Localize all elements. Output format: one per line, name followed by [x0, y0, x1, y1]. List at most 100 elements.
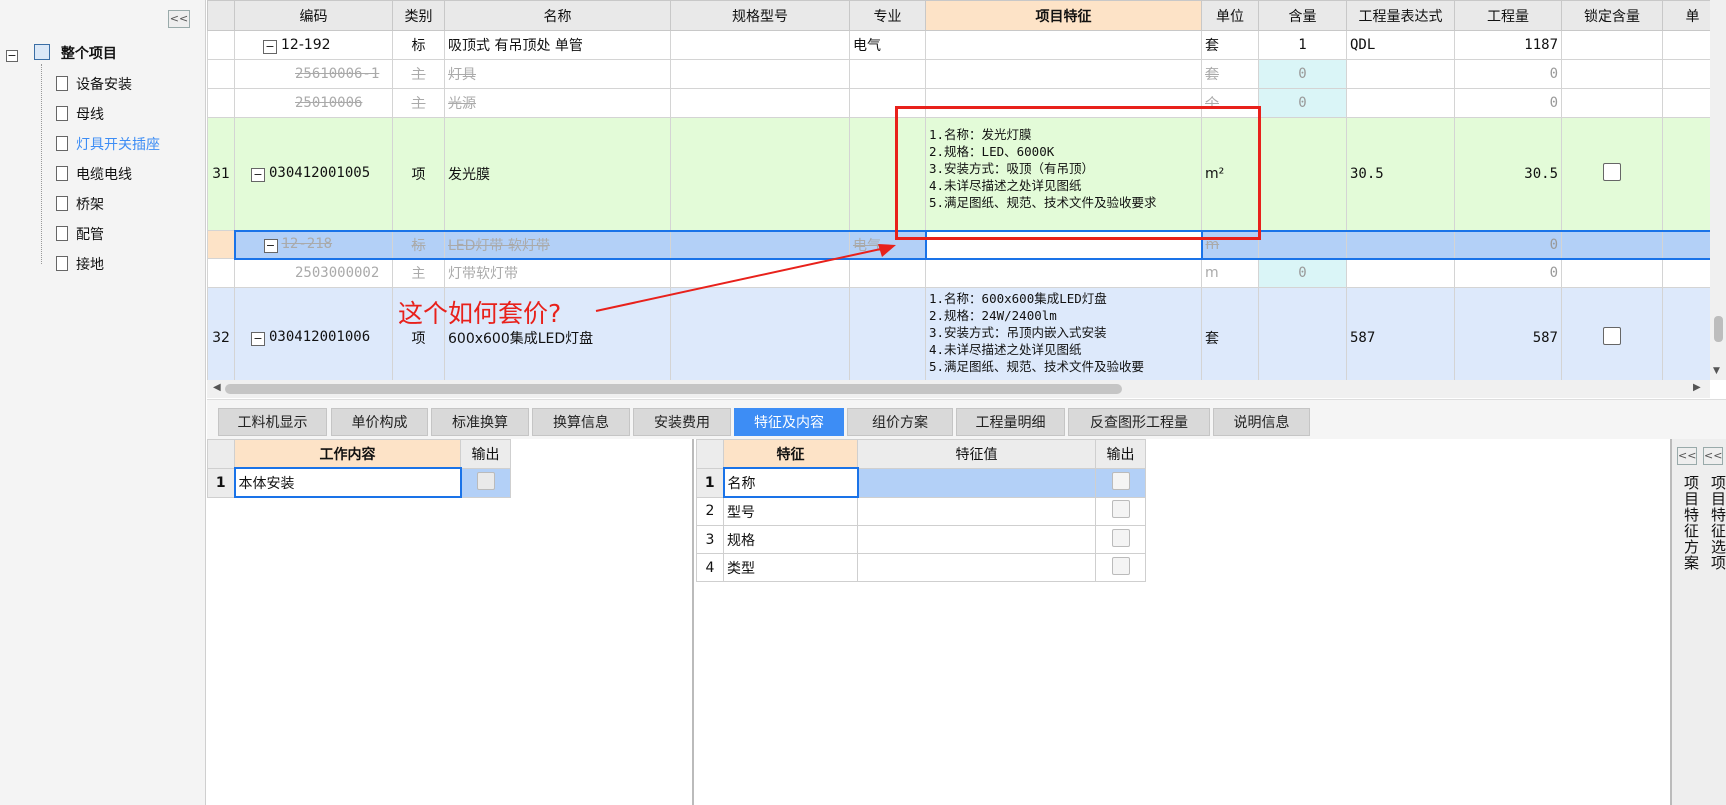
feature-value-cell[interactable]	[857, 553, 1096, 582]
lock-cell[interactable]	[1561, 117, 1663, 231]
header-feature[interactable]: 特征	[723, 439, 858, 469]
unit-cell[interactable]: 套	[1201, 59, 1259, 89]
scroll-down-arrow[interactable]: ▼	[1713, 366, 1720, 376]
feature-value-cell[interactable]	[857, 467, 1096, 498]
tab-standard-conversion[interactable]: 标准换算	[431, 408, 529, 436]
output-checkbox[interactable]	[1111, 556, 1130, 575]
grid-vertical-scrollbar[interactable]: ▼	[1710, 0, 1726, 380]
output-checkbox[interactable]	[1111, 471, 1130, 490]
table-row[interactable]: 25610006-1 主 灯具 套 0 0	[207, 59, 1723, 89]
output-checkbox[interactable]	[1111, 528, 1130, 547]
output-checkbox[interactable]	[476, 471, 495, 490]
spec-cell[interactable]	[670, 59, 850, 89]
tab-pricing-plan[interactable]: 组价方案	[847, 408, 953, 436]
header-code[interactable]: 编码	[234, 0, 393, 31]
spec-cell[interactable]	[670, 117, 850, 231]
scroll-thumb[interactable]	[225, 384, 1122, 394]
unit-cell[interactable]: m	[1201, 258, 1259, 288]
table-row[interactable]: 2503000002 主 灯带软灯带 m 0 0	[207, 258, 1723, 288]
lock-cell[interactable]	[1561, 30, 1663, 60]
feature-name-cell[interactable]: 名称	[722, 467, 859, 498]
collapse-icon[interactable]: −	[263, 239, 278, 253]
name-cell[interactable]: 吸顶式 有吊顶处 单管	[444, 30, 671, 60]
content-cell[interactable]: 0	[1258, 59, 1347, 89]
tab-install-fee[interactable]: 安装费用	[633, 408, 731, 436]
header-feature-value[interactable]: 特征值	[857, 439, 1096, 469]
tab-unit-price[interactable]: 单价构成	[331, 408, 428, 436]
type-cell[interactable]: 主	[392, 258, 445, 288]
qty-cell[interactable]: 0	[1454, 59, 1562, 89]
type-cell[interactable]: 主	[392, 88, 445, 118]
qty-cell[interactable]: 1187	[1454, 30, 1562, 60]
lock-cell[interactable]	[1561, 229, 1663, 260]
work-content-cell[interactable]: 本体安装	[233, 467, 462, 498]
expr-cell[interactable]	[1346, 258, 1455, 288]
qty-cell[interactable]: 0	[1454, 229, 1562, 260]
header-lock[interactable]: 锁定含量	[1561, 0, 1663, 31]
tree-collapse-button[interactable]: <<	[168, 10, 190, 28]
lock-cell[interactable]	[1561, 88, 1663, 118]
tab-features-content[interactable]: 特征及内容	[734, 408, 844, 436]
output-cell[interactable]	[1095, 525, 1146, 554]
type-cell[interactable]: 标	[392, 229, 445, 260]
output-cell[interactable]	[1095, 553, 1146, 582]
qty-cell[interactable]: 587	[1454, 287, 1562, 380]
feature-cell[interactable]: 1.名称：600x600集成LED灯盘 2.规格：24W/2400lm 3.安装…	[925, 287, 1202, 380]
content-cell[interactable]: 1	[1258, 30, 1347, 60]
tree-item-conduit[interactable]: 配管	[56, 224, 104, 246]
header-work-content[interactable]: 工作内容	[234, 439, 461, 469]
header-expr[interactable]: 工程量表达式	[1346, 0, 1455, 31]
major-cell[interactable]: 电气	[849, 30, 926, 60]
table-row[interactable]: 2 型号	[696, 496, 1146, 526]
header-name[interactable]: 名称	[444, 0, 671, 31]
tree-item-grounding[interactable]: 接地	[56, 254, 104, 276]
unit-cell[interactable]: 套	[1201, 30, 1259, 60]
expr-cell[interactable]: 30.5	[1346, 117, 1455, 231]
tab-conversion-info[interactable]: 换算信息	[532, 408, 630, 436]
scroll-thumb[interactable]	[1714, 316, 1723, 342]
header-type[interactable]: 类别	[392, 0, 445, 31]
feature-name-cell[interactable]: 型号	[723, 496, 858, 526]
lock-cell[interactable]	[1561, 258, 1663, 288]
feature-name-cell[interactable]: 规格	[723, 525, 858, 554]
expr-cell[interactable]: QDL	[1346, 30, 1455, 60]
collapse-icon[interactable]: −	[263, 39, 277, 54]
table-row[interactable]: −12-192 标 吸顶式 有吊顶处 单管 电气 套 1 QDL 1187	[207, 30, 1723, 60]
scroll-right-arrow[interactable]: ▶	[1693, 382, 1701, 393]
feature-cell[interactable]	[925, 59, 1202, 89]
feature-value-cell[interactable]	[857, 496, 1096, 526]
lock-cell[interactable]	[1561, 287, 1663, 380]
collapse-icon[interactable]: −	[251, 168, 265, 183]
spec-cell[interactable]	[670, 88, 850, 118]
tree-item-cables[interactable]: 电缆电线	[56, 164, 132, 186]
tree-root[interactable]: − 整个项目	[6, 43, 117, 65]
qty-cell[interactable]: 30.5	[1454, 117, 1562, 231]
qty-cell[interactable]: 0	[1454, 258, 1562, 288]
header-major[interactable]: 专业	[849, 0, 926, 31]
name-cell[interactable]: 光源	[444, 88, 671, 118]
name-cell[interactable]: 灯具	[444, 59, 671, 89]
code-cell[interactable]: 2503000002	[234, 258, 393, 288]
header-output[interactable]: 输出	[460, 439, 511, 469]
major-cell[interactable]	[849, 59, 926, 89]
lock-cell[interactable]	[1561, 59, 1663, 89]
spec-cell[interactable]	[670, 30, 850, 60]
output-cell[interactable]	[1095, 467, 1146, 498]
type-cell[interactable]: 项	[392, 117, 445, 231]
table-row[interactable]: 1 名称	[696, 467, 1146, 498]
feature-cell[interactable]	[925, 30, 1202, 60]
header-unit[interactable]: 单位	[1201, 0, 1259, 31]
tab-material[interactable]: 工料机显示	[218, 408, 327, 436]
expr-cell[interactable]	[1346, 88, 1455, 118]
code-cell[interactable]: −030412001005	[234, 117, 393, 231]
tab-description[interactable]: 说明信息	[1213, 408, 1310, 436]
code-cell[interactable]: 25610006-1	[234, 59, 393, 89]
output-cell[interactable]	[460, 467, 511, 498]
feature-cell[interactable]	[925, 258, 1202, 288]
content-cell[interactable]	[1258, 117, 1347, 231]
tab-reverse-lookup[interactable]: 反查图形工程量	[1068, 408, 1210, 436]
expr-cell[interactable]	[1346, 59, 1455, 89]
qty-cell[interactable]: 0	[1454, 88, 1562, 118]
collapse-icon[interactable]: −	[6, 50, 18, 62]
lock-checkbox[interactable]	[1603, 162, 1621, 181]
